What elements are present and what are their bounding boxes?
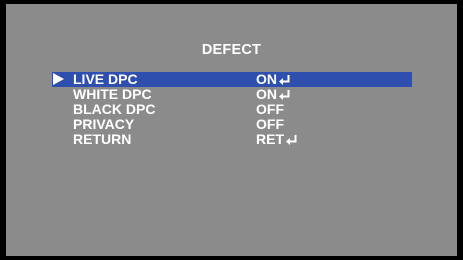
menu-item-value: OFF: [256, 102, 284, 117]
menu-item-value: RET: [256, 132, 297, 147]
menu-item-white-dpc[interactable]: WHITE DPC ON: [6, 87, 457, 102]
menu-item-value: OFF: [256, 117, 284, 132]
selection-pointer-icon: [53, 73, 64, 85]
menu-item-label: PRIVACY: [73, 116, 135, 132]
menu-item-value: ON: [256, 72, 290, 87]
menu-item-label: RETURN: [73, 131, 132, 147]
menu-item-privacy[interactable]: PRIVACY OFF: [6, 117, 457, 132]
menu-item-black-dpc[interactable]: BLACK DPC OFF: [6, 102, 457, 117]
menu-item-value-text: ON: [256, 71, 277, 87]
menu-item-value-text: RET: [256, 131, 284, 147]
enter-return-icon: [279, 90, 290, 100]
menu-item-label: BLACK DPC: [73, 101, 156, 117]
menu-item-value-text: ON: [256, 86, 277, 102]
defect-menu: LIVE DPC ON WHITE DPC ON BLACK DPC OFF P…: [6, 72, 457, 147]
menu-item-label: LIVE DPC: [73, 71, 138, 87]
enter-return-icon: [286, 135, 297, 145]
osd-frame: DEFECT LIVE DPC ON WHITE DPC ON BLACK DP…: [0, 0, 463, 260]
menu-item-value-text: OFF: [256, 101, 284, 117]
menu-item-label: WHITE DPC: [73, 86, 152, 102]
menu-item-live-dpc[interactable]: LIVE DPC ON: [52, 72, 412, 87]
menu-item-value: ON: [256, 87, 290, 102]
menu-item-value-text: OFF: [256, 116, 284, 132]
menu-title: DEFECT: [201, 42, 262, 58]
enter-return-icon: [279, 75, 290, 85]
osd-screen: DEFECT LIVE DPC ON WHITE DPC ON BLACK DP…: [6, 4, 457, 256]
menu-item-return[interactable]: RETURN RET: [6, 132, 457, 147]
